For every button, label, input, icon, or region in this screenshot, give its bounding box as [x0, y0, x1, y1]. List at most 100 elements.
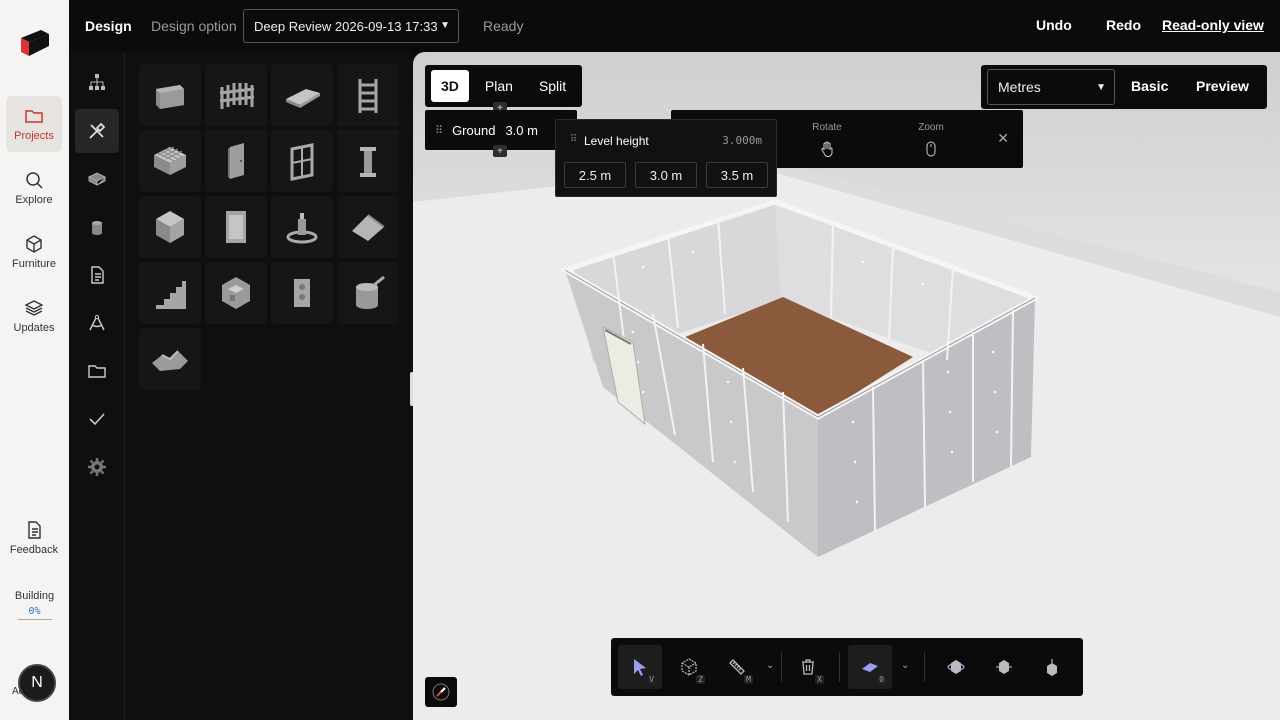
bottom-toolbar: V Z M ⌄ X 0 ⌄ — [611, 638, 1083, 696]
page-title: Design — [85, 18, 132, 34]
hierarchy-icon — [89, 74, 105, 90]
redo-button[interactable]: Redo — [1106, 17, 1141, 33]
obj-slab[interactable] — [271, 64, 333, 126]
3d-viewport[interactable]: 3D Plan Split + ⠿ Ground 3.0 m + Rotate … — [413, 52, 1280, 720]
delete-tool-key: X — [815, 675, 824, 684]
rail-updates-label: Updates — [13, 322, 55, 334]
elevate-tool[interactable] — [1030, 645, 1074, 689]
toolbar-divider — [924, 652, 925, 682]
box-select-tool[interactable]: Z — [667, 645, 711, 689]
top-bar: Design Design option Deep Review 2026-09… — [69, 0, 1280, 52]
obj-column[interactable] — [337, 130, 399, 192]
build-status-percent: 0% — [17, 606, 52, 620]
build-status: Building 0% — [0, 590, 69, 620]
level-height-popup: ⠿ Level height 3.000m 2.5 m 3.0 m 3.5 m — [555, 119, 777, 197]
undo-button[interactable]: Undo — [1036, 17, 1072, 33]
rail-furniture-label: Furniture — [11, 258, 57, 270]
hand-icon — [821, 141, 833, 157]
level-height[interactable]: 3.0 m — [505, 123, 538, 138]
tool-hierarchy[interactable] — [75, 60, 119, 104]
units-select[interactable]: Metres ▼ — [987, 69, 1115, 105]
brick-icon — [87, 172, 107, 186]
box-icon — [26, 235, 42, 253]
cube-icon — [156, 211, 184, 243]
tab-split[interactable]: Split — [529, 70, 576, 102]
obj-ladder[interactable] — [337, 64, 399, 126]
compass-button[interactable] — [425, 677, 457, 707]
rail-furniture[interactable]: Furniture — [6, 224, 62, 280]
rail-updates[interactable]: Updates — [6, 288, 62, 344]
tool-folder[interactable] — [75, 349, 119, 393]
obj-roof[interactable] — [337, 196, 399, 258]
avatar[interactable]: N — [18, 664, 56, 702]
rail-explore[interactable]: Explore — [6, 160, 62, 216]
obj-door[interactable] — [205, 130, 267, 192]
gear-icon — [88, 458, 106, 476]
search-icon — [26, 172, 43, 189]
obj-stairs[interactable] — [139, 262, 201, 324]
floor-tool[interactable]: 0 — [848, 645, 892, 689]
obj-terrain[interactable] — [139, 328, 201, 390]
rail-projects[interactable]: Projects — [6, 96, 62, 152]
orbit-tool[interactable] — [934, 645, 978, 689]
measure-tool-key: M — [744, 675, 753, 684]
obj-cabinet[interactable] — [205, 196, 267, 258]
readonly-view-link[interactable]: Read-only view — [1162, 17, 1264, 33]
grid-block-icon — [154, 146, 186, 175]
design-option-label: Design option — [151, 18, 237, 34]
chevron-down-icon[interactable]: ⌄ — [766, 660, 774, 671]
design-option-select[interactable]: Deep Review 2026-09-13 17:33 ▼ — [243, 9, 459, 43]
paint-pot-icon — [356, 275, 385, 309]
level-height-option-2-5[interactable]: 2.5 m — [564, 162, 626, 188]
terrain-icon — [152, 350, 188, 371]
obj-window[interactable] — [271, 130, 333, 192]
tool-document[interactable] — [75, 253, 119, 297]
tool-compass-draw[interactable] — [75, 301, 119, 345]
pan-tool[interactable] — [982, 645, 1026, 689]
app-logo[interactable] — [15, 24, 53, 62]
help-rotate: Rotate — [787, 122, 867, 157]
obj-fence[interactable] — [205, 64, 267, 126]
tool-settings[interactable] — [75, 445, 119, 489]
help-rotate-label: Rotate — [812, 122, 842, 133]
measure-tool[interactable]: M — [715, 645, 759, 689]
chevron-down-icon: ▼ — [440, 20, 450, 31]
tool-paint[interactable] — [75, 205, 119, 249]
tab-3d[interactable]: 3D — [431, 70, 469, 102]
obj-paint-pot[interactable] — [337, 262, 399, 324]
compass-icon — [432, 683, 450, 701]
wall-block-icon — [156, 85, 184, 109]
close-icon[interactable]: ✕ — [997, 130, 1009, 147]
rail-feedback[interactable]: Feedback — [6, 510, 62, 566]
tool-build[interactable] — [75, 109, 119, 153]
help-zoom-label: Zoom — [918, 122, 944, 133]
obj-room-module[interactable] — [205, 262, 267, 324]
obj-appliance[interactable] — [271, 262, 333, 324]
document-icon — [28, 521, 41, 539]
save-status: Ready — [483, 18, 524, 34]
basic-button[interactable]: Basic — [1131, 78, 1168, 94]
level-height-option-3-5[interactable]: 3.5 m — [706, 162, 768, 188]
chevron-down-icon[interactable]: ⌄ — [901, 660, 909, 671]
obj-fountain[interactable] — [271, 196, 333, 258]
obj-wall[interactable] — [139, 64, 201, 126]
column-icon — [360, 147, 376, 177]
select-tool[interactable]: V — [618, 645, 662, 689]
box-select-tool-key: Z — [696, 675, 705, 684]
level-height-value[interactable]: 3.000m — [722, 134, 762, 147]
preview-button[interactable]: Preview — [1196, 78, 1249, 94]
folder-icon — [88, 365, 106, 378]
obj-grid-block[interactable] — [139, 130, 201, 192]
tab-plan[interactable]: Plan — [475, 70, 523, 102]
elevate-icon — [1047, 659, 1057, 676]
delete-tool[interactable]: X — [786, 645, 830, 689]
help-zoom: Zoom — [891, 122, 971, 157]
obj-cube[interactable] — [139, 196, 201, 258]
view-mode-tabs: 3D Plan Split — [425, 65, 583, 107]
level-height-option-3-0[interactable]: 3.0 m — [635, 162, 697, 188]
tools-icon — [89, 122, 106, 139]
left-rail: Projects Explore Furniture Updates Feedb… — [0, 0, 69, 720]
tool-materials[interactable] — [75, 157, 119, 201]
tool-check[interactable] — [75, 397, 119, 441]
add-level-below-button[interactable]: + — [493, 145, 507, 157]
